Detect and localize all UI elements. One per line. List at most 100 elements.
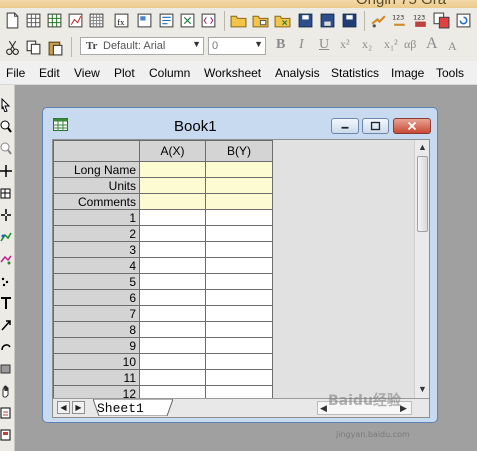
close-button[interactable] xyxy=(393,118,431,134)
mask-tool-icon[interactable] xyxy=(0,274,12,288)
data-cell[interactable] xyxy=(139,353,206,370)
data-cell[interactable] xyxy=(139,369,206,386)
save-project-icon[interactable] xyxy=(297,12,314,29)
new-script-icon[interactable] xyxy=(200,12,217,29)
data-cell[interactable] xyxy=(139,337,206,354)
open-folder-icon[interactable] xyxy=(230,12,247,29)
label-cell[interactable] xyxy=(205,161,273,178)
pointer-tool-icon[interactable] xyxy=(0,98,12,112)
row-header[interactable]: 4 xyxy=(53,257,140,274)
menu-statistics[interactable]: Statistics xyxy=(331,66,379,80)
rectangle-tool-icon[interactable] xyxy=(0,362,12,376)
data-cell[interactable] xyxy=(139,225,206,242)
menu-image[interactable]: Image xyxy=(391,66,424,80)
copy-icon[interactable] xyxy=(25,39,42,56)
data-cell[interactable] xyxy=(205,321,273,338)
hand-tool-icon[interactable] xyxy=(0,384,12,398)
new-function-icon[interactable]: fx xyxy=(113,12,130,29)
new-excel-icon[interactable] xyxy=(46,12,63,29)
save-template-icon[interactable] xyxy=(341,12,358,29)
italic-button[interactable]: I xyxy=(299,37,304,53)
superscript-button[interactable]: x² xyxy=(340,37,350,52)
next-sheet-icon[interactable]: ▶ xyxy=(72,401,85,414)
row-header[interactable]: 1 xyxy=(53,209,140,226)
import-wizard-icon[interactable]: 123 xyxy=(412,12,429,29)
row-header[interactable]: 6 xyxy=(53,289,140,306)
menu-column[interactable]: Column xyxy=(149,66,190,80)
data-cell[interactable] xyxy=(205,241,273,258)
menu-edit[interactable]: Edit xyxy=(39,66,60,80)
page-tool-icon[interactable] xyxy=(0,428,12,442)
new-notes-icon[interactable] xyxy=(158,12,175,29)
region-tool-icon[interactable] xyxy=(0,252,12,266)
arrow-tool-icon[interactable] xyxy=(0,318,12,332)
row-header[interactable]: 7 xyxy=(53,305,140,322)
data-cell[interactable] xyxy=(139,289,206,306)
data-cell[interactable] xyxy=(205,353,273,370)
duplicate-window-icon[interactable] xyxy=(433,12,450,29)
prev-sheet-icon[interactable]: ◀ xyxy=(57,401,70,414)
row-header-comments[interactable]: Comments xyxy=(53,193,140,210)
data-cell[interactable] xyxy=(205,305,273,322)
vertical-scrollbar[interactable]: ▲ ▼ xyxy=(414,140,429,398)
data-cell[interactable] xyxy=(205,209,273,226)
font-size-dropdown[interactable]: 0 ▼ xyxy=(208,37,266,55)
data-cell[interactable] xyxy=(139,241,206,258)
data-sheet-tool-icon[interactable] xyxy=(0,406,12,420)
menu-file[interactable]: File xyxy=(6,66,25,80)
new-excel-workbook-icon[interactable] xyxy=(179,12,196,29)
menu-tools[interactable]: Tools xyxy=(436,66,464,80)
scroll-thumb[interactable] xyxy=(417,156,428,232)
row-header[interactable]: 11 xyxy=(53,369,140,386)
data-cell[interactable] xyxy=(205,273,273,290)
data-cell[interactable] xyxy=(205,289,273,306)
cut-icon[interactable] xyxy=(4,39,21,56)
decrease-font-button[interactable]: A xyxy=(448,39,457,54)
greek-button[interactable]: αβ xyxy=(404,37,416,52)
label-cell[interactable] xyxy=(205,177,273,194)
menu-analysis[interactable]: Analysis xyxy=(275,66,320,80)
curved-arrow-tool-icon[interactable] xyxy=(0,340,12,354)
underline-button[interactable]: U xyxy=(319,37,329,53)
zoom-out-tool-icon[interactable] xyxy=(0,142,12,156)
data-cell[interactable] xyxy=(139,273,206,290)
data-cell[interactable] xyxy=(205,369,273,386)
new-worksheet-icon[interactable] xyxy=(25,12,42,29)
maximize-button[interactable] xyxy=(362,118,389,134)
menu-worksheet[interactable]: Worksheet xyxy=(204,66,261,80)
font-name-dropdown[interactable]: Tr Default: Arial ▼ xyxy=(80,37,204,55)
scroll-left-icon[interactable]: ◀ xyxy=(320,403,327,414)
column-header-a[interactable]: A(X) xyxy=(139,140,206,162)
new-project-icon[interactable] xyxy=(4,12,21,29)
menu-plot[interactable]: Plot xyxy=(114,66,135,80)
row-header[interactable]: 8 xyxy=(53,321,140,338)
row-header[interactable]: 2 xyxy=(53,225,140,242)
screen-reader-tool-icon[interactable] xyxy=(0,164,12,178)
row-header[interactable]: 10 xyxy=(53,353,140,370)
save-window-icon[interactable] xyxy=(319,12,336,29)
new-matrix-icon[interactable] xyxy=(88,12,105,29)
import-ascii-icon[interactable] xyxy=(370,12,387,29)
new-layout-icon[interactable] xyxy=(136,12,153,29)
data-cell[interactable] xyxy=(139,209,206,226)
menu-view[interactable]: View xyxy=(74,66,100,80)
data-cell[interactable] xyxy=(139,257,206,274)
data-selector-tool-icon[interactable] xyxy=(0,208,12,222)
bold-button[interactable]: B xyxy=(276,37,285,53)
minimize-button[interactable] xyxy=(331,118,359,134)
increase-font-button[interactable]: A xyxy=(426,35,438,53)
open-excel-icon[interactable] xyxy=(274,12,291,29)
new-graph-icon[interactable] xyxy=(67,12,84,29)
data-cell[interactable] xyxy=(205,257,273,274)
label-cell[interactable] xyxy=(205,193,273,210)
zoom-in-tool-icon[interactable] xyxy=(0,120,12,134)
corner-header[interactable] xyxy=(53,140,140,162)
data-cell[interactable] xyxy=(205,337,273,354)
row-header-long-name[interactable]: Long Name xyxy=(53,161,140,178)
row-header[interactable]: 3 xyxy=(53,241,140,258)
scroll-right-icon[interactable]: ▶ xyxy=(400,403,407,414)
row-header-units[interactable]: Units xyxy=(53,177,140,194)
paste-icon[interactable] xyxy=(47,39,64,56)
column-header-b[interactable]: B(Y) xyxy=(205,140,273,162)
subscript-button[interactable]: x₂ xyxy=(362,37,372,52)
